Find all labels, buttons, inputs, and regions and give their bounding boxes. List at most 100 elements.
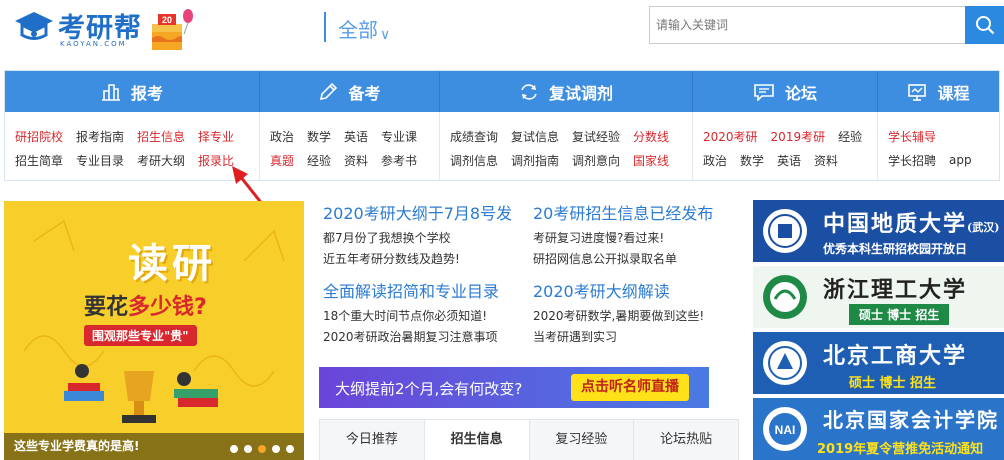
nav-link[interactable]: 研招院校 — [15, 128, 63, 145]
carousel-dot[interactable] — [272, 445, 280, 453]
nav-link-row: 政治 数学 英语 专业课 — [270, 124, 439, 148]
ad-university-tag: (武汉) — [967, 221, 1000, 234]
news-item[interactable]: 当考研遇到实习 — [533, 328, 617, 345]
news-headline[interactable]: 2020考研大纲于7月8号发 — [323, 200, 512, 224]
nav-link[interactable]: 国家线 — [633, 152, 669, 169]
nav-link[interactable]: 英语 — [344, 128, 368, 145]
news-tabs: 今日推荐 招生信息 复习经验 论坛热贴 — [319, 419, 739, 460]
news-headline[interactable]: 20考研招生信息已经发布 — [533, 200, 713, 224]
nav-link[interactable]: 参考书 — [381, 152, 417, 169]
nav-link[interactable]: 经验 — [307, 152, 331, 169]
nav-link[interactable]: 2020考研 — [703, 128, 758, 145]
ad-university-name-text: 中国地质大学 — [823, 211, 968, 237]
promo-banner[interactable]: 读研 要花多少钱? 围观那些专业"贵" 这些专业学费真的是高! — [4, 201, 304, 460]
nav-link[interactable]: 专业课 — [381, 128, 417, 145]
nav-link-row: 政治 数学 英语 资料 — [703, 148, 877, 172]
nav-link[interactable]: 复试经验 — [572, 128, 620, 145]
nav-link[interactable]: 招生信息 — [137, 128, 185, 145]
nav-tab-courses[interactable]: 课程 — [878, 71, 999, 112]
nav-link[interactable]: 2019考研 — [771, 128, 826, 145]
birthday-cake-icon: 20 — [152, 9, 193, 50]
nav-link[interactable]: 报考指南 — [76, 128, 124, 145]
nav-link[interactable]: 数学 — [307, 128, 331, 145]
nav-link[interactable]: 调剂意向 — [572, 152, 620, 169]
svg-text:NAI: NAI — [775, 423, 796, 437]
live-class-ad[interactable]: 大纲提前2个月,会有何改变? 点击听名师直播 — [319, 367, 709, 408]
nav-link[interactable]: 资料 — [344, 152, 368, 169]
search-button[interactable] — [965, 6, 1004, 44]
main-nav-panel: 报考 备考 复试调剂 论坛 课程 研招院校 报考指南 招生信息 择专业招生简章 专业目录… — [4, 70, 1000, 181]
nav-link[interactable]: 分数线 — [633, 128, 669, 145]
graduation-cap-icon — [15, 12, 53, 40]
news-headline[interactable]: 2020考研大纲解读 — [533, 278, 670, 302]
ad-beijing-national-accounting-institute[interactable]: NAI 北京国家会计学院 2019年夏令营推免活动通知 — [753, 398, 1004, 460]
nav-link[interactable]: 学长招聘 — [888, 152, 936, 169]
news-item[interactable]: 18个重大时间节点你必须知道! — [323, 307, 487, 324]
live-class-button[interactable]: 点击听名师直播 — [571, 374, 689, 401]
nav-tab-label: 备考 — [348, 83, 381, 103]
news-tab[interactable]: 论坛热贴 — [634, 420, 738, 460]
building-icon — [101, 83, 120, 101]
banner-headline: 要花多少钱? — [84, 289, 207, 321]
nav-link[interactable]: 资料 — [814, 152, 838, 169]
news-tab[interactable]: 今日推荐 — [320, 420, 425, 460]
news-item[interactable]: 2020考研政治暑期复习注意事项 — [323, 328, 498, 345]
university-seal-icon: NAI — [763, 407, 807, 451]
news-tab[interactable]: 招生信息 — [424, 420, 530, 460]
carousel-dot[interactable] — [244, 445, 252, 453]
news-tab[interactable]: 复习经验 — [530, 420, 635, 460]
nav-link[interactable]: 经验 — [838, 128, 862, 145]
nav-link[interactable]: 学长辅导 — [888, 128, 936, 145]
news-item[interactable]: 都7月份了我想换个学校 — [323, 229, 451, 246]
logo-subtitle: KAOYAN.COM — [60, 40, 127, 48]
nav-link[interactable]: 专业目录 — [76, 152, 124, 169]
ad-china-university-geosciences[interactable]: 中国地质大学(武汉) 优秀本科生研招校园开放日 — [753, 200, 1004, 262]
site-header: 考研帮 KAOYAN.COM 20 全部 ∨ — [0, 0, 1004, 62]
category-dropdown[interactable]: 全部 ∨ — [338, 14, 390, 43]
nav-link[interactable]: 政治 — [270, 128, 294, 145]
search-input[interactable] — [649, 6, 965, 44]
carousel-dot[interactable] — [230, 445, 238, 453]
nav-link[interactable]: 成绩查询 — [450, 128, 498, 145]
ad-university-name: 北京国家会计学院 — [823, 408, 999, 432]
ad-beijing-technology-business-university[interactable]: 北京工商大学 硕士 博士 招生 — [753, 332, 1004, 394]
nav-tab-preparation[interactable]: 备考 — [260, 71, 440, 112]
news-item[interactable]: 考研复习进度慢?看过来! — [533, 229, 664, 246]
nav-link[interactable]: 英语 — [777, 152, 801, 169]
nav-bar: 报考 备考 复试调剂 论坛 课程 — [5, 71, 999, 112]
nav-link[interactable]: 数学 — [740, 152, 764, 169]
nav-tab-forum[interactable]: 论坛 — [693, 71, 878, 112]
nav-link[interactable]: 复试信息 — [511, 128, 559, 145]
nav-link[interactable]: 政治 — [703, 152, 727, 169]
banner-headline-part1: 要花 — [84, 295, 129, 320]
nav-link-row: 2020考研 2019考研 经验 — [703, 124, 877, 148]
nav-link[interactable]: 调剂信息 — [450, 152, 498, 169]
nav-link[interactable]: app — [949, 153, 972, 167]
nav-tab-retest-adjust[interactable]: 复试调剂 — [440, 71, 693, 112]
carousel-dot[interactable] — [286, 445, 294, 453]
news-item[interactable]: 近五年考研分数线及趋势! — [323, 250, 460, 267]
nav-link[interactable]: 考研大纲 — [137, 152, 185, 169]
ad-zhejiang-sci-tech-university[interactable]: 浙江理工大学 硕士 博士 招生 — [753, 266, 1004, 328]
nav-tab-exam-application[interactable]: 报考 — [5, 71, 260, 112]
live-class-ad-text: 大纲提前2个月,会有何改变? — [335, 380, 523, 398]
nav-link[interactable]: 择专业 — [198, 128, 234, 145]
carousel-dot[interactable] — [258, 445, 266, 453]
anniversary-badge: 20 — [162, 15, 172, 25]
chat-icon — [754, 83, 774, 101]
news-item[interactable]: 2020考研数学,暑期要做到这些! — [533, 307, 704, 324]
ad-university-name: 浙江理工大学 — [823, 277, 968, 303]
header-divider — [324, 12, 326, 42]
nav-link-columns: 研招院校 报考指南 招生信息 择专业 招生简章 专业目录 考研大纲 报录比 政治 数学 英语 专业课… — [5, 112, 999, 180]
nav-link-row: 学长招聘 app — [888, 148, 999, 172]
ad-university-name: 中国地质大学(武汉) — [823, 206, 999, 238]
nav-link-row: 学长辅导 — [888, 124, 999, 148]
news-headline[interactable]: 全面解读招简和专业目录 — [323, 278, 499, 302]
university-seal-icon — [763, 275, 807, 319]
site-logo[interactable]: 考研帮 KAOYAN.COM 20 — [14, 6, 194, 52]
nav-link[interactable]: 招生简章 — [15, 152, 63, 169]
news-item[interactable]: 研招网信息公开拟录取名单 — [533, 250, 677, 267]
nav-tab-label: 论坛 — [784, 83, 817, 103]
nav-link[interactable]: 调剂指南 — [511, 152, 559, 169]
refresh-icon — [521, 83, 537, 100]
